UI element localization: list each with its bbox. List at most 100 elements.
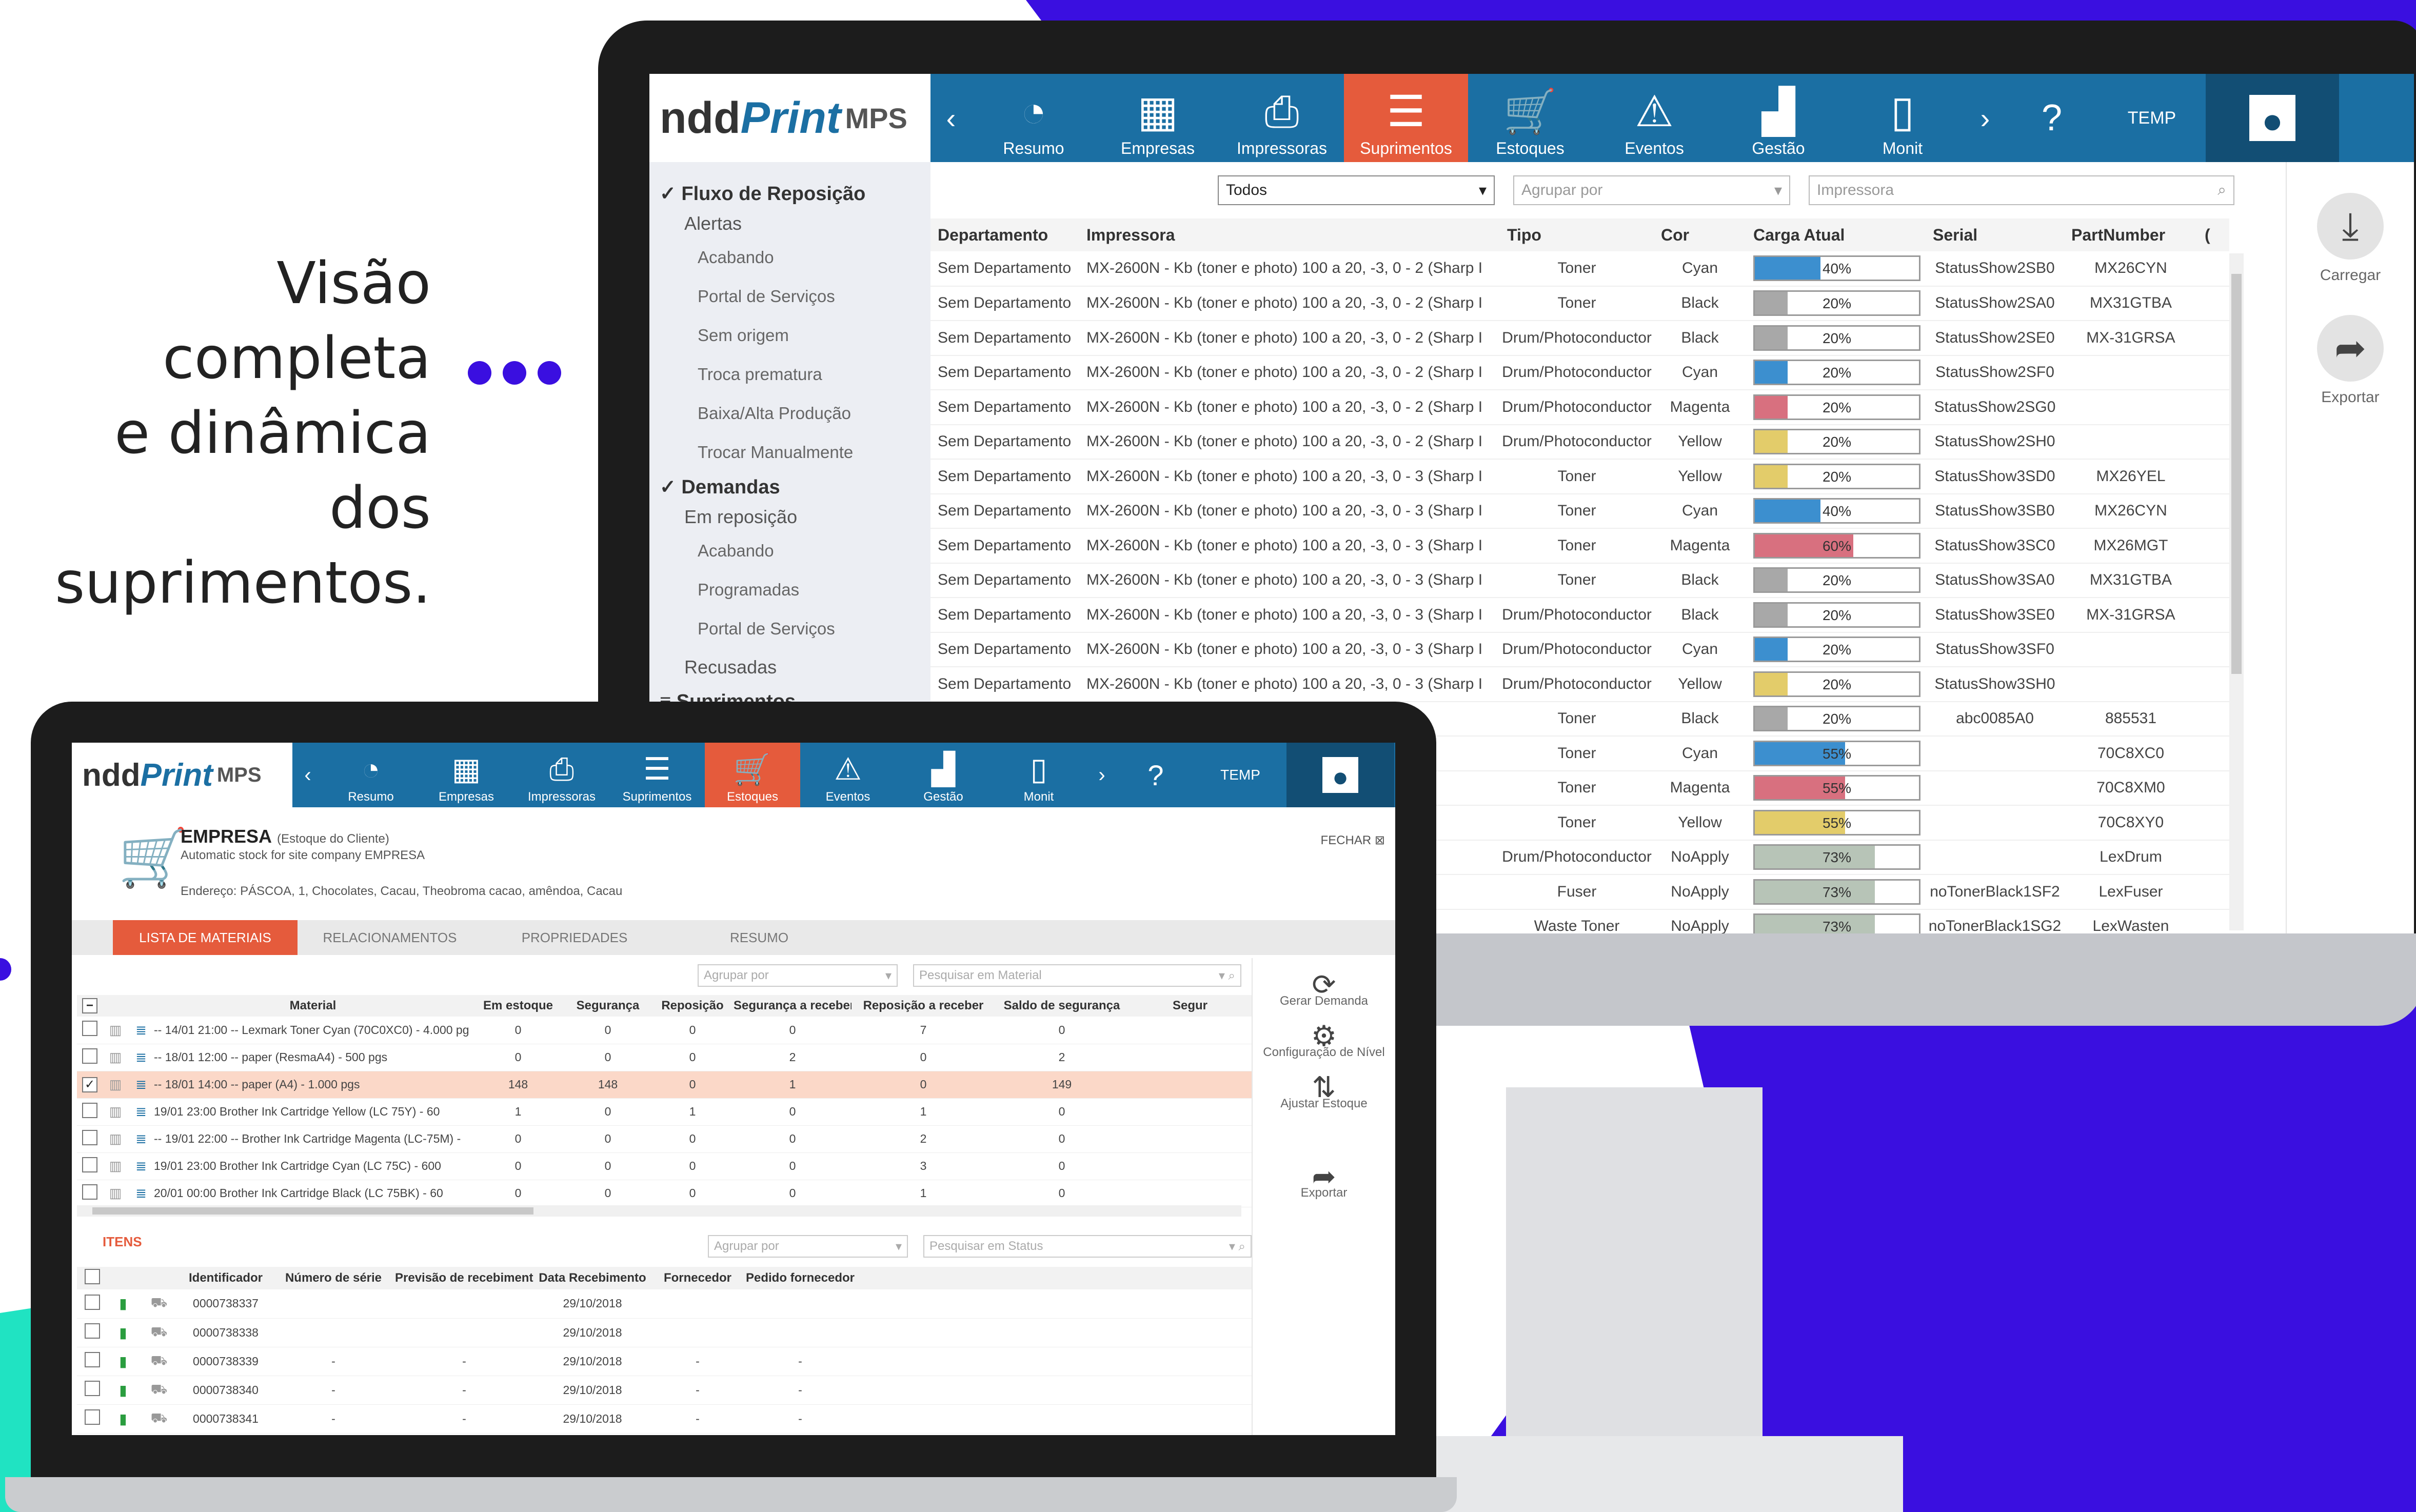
column-header[interactable]: PartNumber (2064, 218, 2197, 251)
tab-1[interactable]: RELACIONAMENTOS (298, 920, 482, 955)
column-header[interactable]: Identificador (180, 1267, 272, 1289)
material-search-input[interactable]: Pesquisar em Material ▾ ⌕ (913, 964, 1241, 987)
table-row[interactable]: ▮ ⛟ 0000738340- -29/10/2018- - (77, 1376, 1252, 1405)
nav-prev-chevron-icon[interactable]: ‹ (292, 743, 323, 807)
sidebar-item[interactable]: Portal de Serviços (649, 609, 930, 648)
checkbox[interactable] (82, 1048, 97, 1064)
user-avatar-button[interactable]: ● (1286, 743, 1394, 807)
table-row[interactable]: Sem Departamento MX-2600N - Kb (toner e p… (930, 390, 2229, 425)
table-row[interactable]: Sem Departamento MX-2600N - Kb (toner e p… (930, 667, 2229, 702)
table-row[interactable]: ▥ ≣ -- 18/01 12:00 -- paper (ResmaA4) - 5… (77, 1044, 1252, 1071)
nav-estoques[interactable]: 🛒 Estoques (1468, 74, 1592, 162)
printer-search-input[interactable]: Impressora ⌕ (1809, 175, 2234, 205)
checkbox[interactable] (82, 1157, 97, 1172)
row-checkbox[interactable] (77, 1044, 103, 1071)
nav-resumo[interactable]: ◔ Resumo (323, 743, 419, 807)
column-header[interactable]: Segurança a receber (734, 995, 851, 1017)
nav-empresas[interactable]: ▦ Empresas (1096, 74, 1220, 162)
table-row[interactable]: ▥ ≣ 19/01 23:00 Brother Ink Cartridge Cyan… (77, 1152, 1252, 1180)
help-icon[interactable]: ? (1117, 743, 1194, 807)
nav-monit[interactable]: ▯ Monit (991, 743, 1086, 807)
column-header[interactable]: Segurança (564, 995, 651, 1017)
row-checkbox[interactable]: ✓ (77, 1071, 103, 1099)
table-row[interactable]: Sem Departamento MX-2600N - Kb (toner e p… (930, 563, 2229, 598)
table-row[interactable]: Sem Departamento MX-2600N - Kb (toner e p… (930, 251, 2229, 287)
row-checkbox[interactable] (77, 1318, 108, 1347)
nav-impressoras[interactable]: ⎙ Impressoras (514, 743, 609, 807)
sidebar-item[interactable]: Acabando (649, 238, 930, 277)
sidebar-group-demandas[interactable]: ✓ Demandas (649, 472, 930, 503)
nav-gestão[interactable]: ▟ Gestão (896, 743, 991, 807)
table-row[interactable]: Sem Departamento MX-2600N - Kb (toner e p… (930, 459, 2229, 494)
table-scrollbar[interactable] (2229, 253, 2244, 930)
column-header[interactable]: Material (154, 995, 472, 1017)
column-header[interactable]: Saldo de segurança (995, 995, 1128, 1017)
nav-suprimentos[interactable]: ☰ Suprimentos (1344, 74, 1468, 162)
nav-suprimentos[interactable]: ☰ Suprimentos (609, 743, 705, 807)
table-row[interactable]: ▮ ⛟ 0000738341- -29/10/2018- - (77, 1404, 1252, 1434)
checkbox[interactable] (82, 1129, 97, 1145)
adjust-stock-button[interactable]: ⇅ Ajustar Estoque (1253, 1073, 1395, 1112)
column-header[interactable]: Segur (1128, 995, 1252, 1017)
column-header[interactable]: Carga Atual (1746, 218, 1926, 251)
table-row[interactable]: ▮ ⛟ 0000738339- -29/10/2018- - (77, 1347, 1252, 1376)
table-row[interactable]: Sem Departamento MX-2600N - Kb (toner e p… (930, 493, 2229, 529)
nav-empresas[interactable]: ▦ Empresas (419, 743, 514, 807)
table-row[interactable]: Sem Departamento MX-2600N - Kb (toner e p… (930, 632, 2229, 667)
column-header[interactable]: Impressora (1079, 218, 1500, 251)
nav-eventos[interactable]: ⚠ Eventos (1592, 74, 1716, 162)
row-checkbox[interactable] (77, 1289, 108, 1319)
nav-prev-chevron-icon[interactable]: ‹ (930, 74, 972, 162)
checkbox[interactable] (82, 1102, 97, 1118)
checkbox[interactable]: ✓ (82, 1077, 97, 1092)
sidebar-item[interactable]: Baixa/Alta Produção (649, 394, 930, 433)
table-row[interactable]: ✓ ▥ ≣ -- 18/01 14:00 -- paper (A4) - 1.000… (77, 1071, 1252, 1099)
row-checkbox[interactable] (77, 1347, 108, 1376)
group-by-select[interactable]: Agrupar por ▾ (708, 1235, 908, 1258)
export-button[interactable]: ➦ Exportar (2287, 315, 2414, 406)
level-config-button[interactable]: ⚙ Configuração de Nível (1253, 1022, 1395, 1061)
row-checkbox[interactable] (77, 1125, 103, 1153)
close-button[interactable]: FECHAR ⊠ (1321, 833, 1385, 848)
table-row[interactable]: Sem Departamento MX-2600N - Kb (toner e p… (930, 321, 2229, 356)
column-header[interactable]: Cor (1654, 218, 1746, 251)
sidebar-item[interactable]: Acabando (649, 531, 930, 570)
row-checkbox[interactable] (77, 1098, 103, 1126)
table-row[interactable]: ▥ ≣ 20/01 00:00 Brother Ink Cartridge Blac… (77, 1180, 1252, 1207)
help-icon[interactable]: ? (2006, 74, 2098, 162)
row-checkbox[interactable] (77, 1376, 108, 1405)
column-header[interactable]: Serial (1926, 218, 2064, 251)
nav-monit[interactable]: ▯ Monit (1840, 74, 1965, 162)
row-checkbox[interactable] (77, 1017, 103, 1044)
user-avatar-button[interactable]: ● (2206, 74, 2339, 162)
tab-3[interactable]: RESUMO (667, 920, 851, 955)
column-header[interactable]: Pedido fornecedor (744, 1267, 857, 1289)
nav-gestão[interactable]: ▟ Gestão (1716, 74, 1840, 162)
nav-resumo[interactable]: ◔ Resumo (972, 74, 1096, 162)
select-all-checkbox[interactable] (77, 1267, 108, 1289)
nav-next-chevron-icon[interactable]: › (1086, 743, 1117, 807)
column-header[interactable]: Número de série (272, 1267, 395, 1289)
table-row[interactable]: Sem Departamento MX-2600N - Kb (toner e p… (930, 424, 2229, 460)
table-row[interactable]: Sem Departamento MX-2600N - Kb (toner e p… (930, 355, 2229, 390)
nav-estoques[interactable]: 🛒 Estoques (705, 743, 800, 807)
sidebar-item[interactable]: Sem origem (649, 316, 930, 355)
sidebar-item[interactable]: Troca prematura (649, 355, 930, 394)
horizontal-scrollbar[interactable] (77, 1205, 1241, 1217)
table-row[interactable]: ▥ ≣ 19/01 23:00 Brother Ink Cartridge Yell… (77, 1098, 1252, 1126)
group-by-select[interactable]: Agrupar por ▾ (698, 964, 898, 987)
table-row[interactable]: ▮ ⛟ 0000738337 29/10/2018 (77, 1289, 1252, 1319)
select-all-checkbox[interactable]: − (77, 995, 103, 1017)
column-header[interactable]: Departamento (930, 218, 1079, 251)
column-header[interactable]: Tipo (1500, 218, 1654, 251)
nav-impressoras[interactable]: ⎙ Impressoras (1220, 74, 1344, 162)
row-checkbox[interactable] (77, 1180, 103, 1207)
export-button[interactable]: ➦ Exportar (1253, 1162, 1395, 1201)
row-checkbox[interactable] (77, 1404, 108, 1434)
sidebar-sub-em-reposicao[interactable]: Em reposição (649, 503, 930, 531)
column-header[interactable]: Fornecedor (651, 1267, 744, 1289)
table-row[interactable]: Sem Departamento MX-2600N - Kb (toner e p… (930, 598, 2229, 633)
load-button[interactable]: ⤓ Carregar (2287, 193, 2414, 284)
column-header[interactable]: Em estoque (472, 995, 564, 1017)
row-checkbox[interactable] (77, 1152, 103, 1180)
